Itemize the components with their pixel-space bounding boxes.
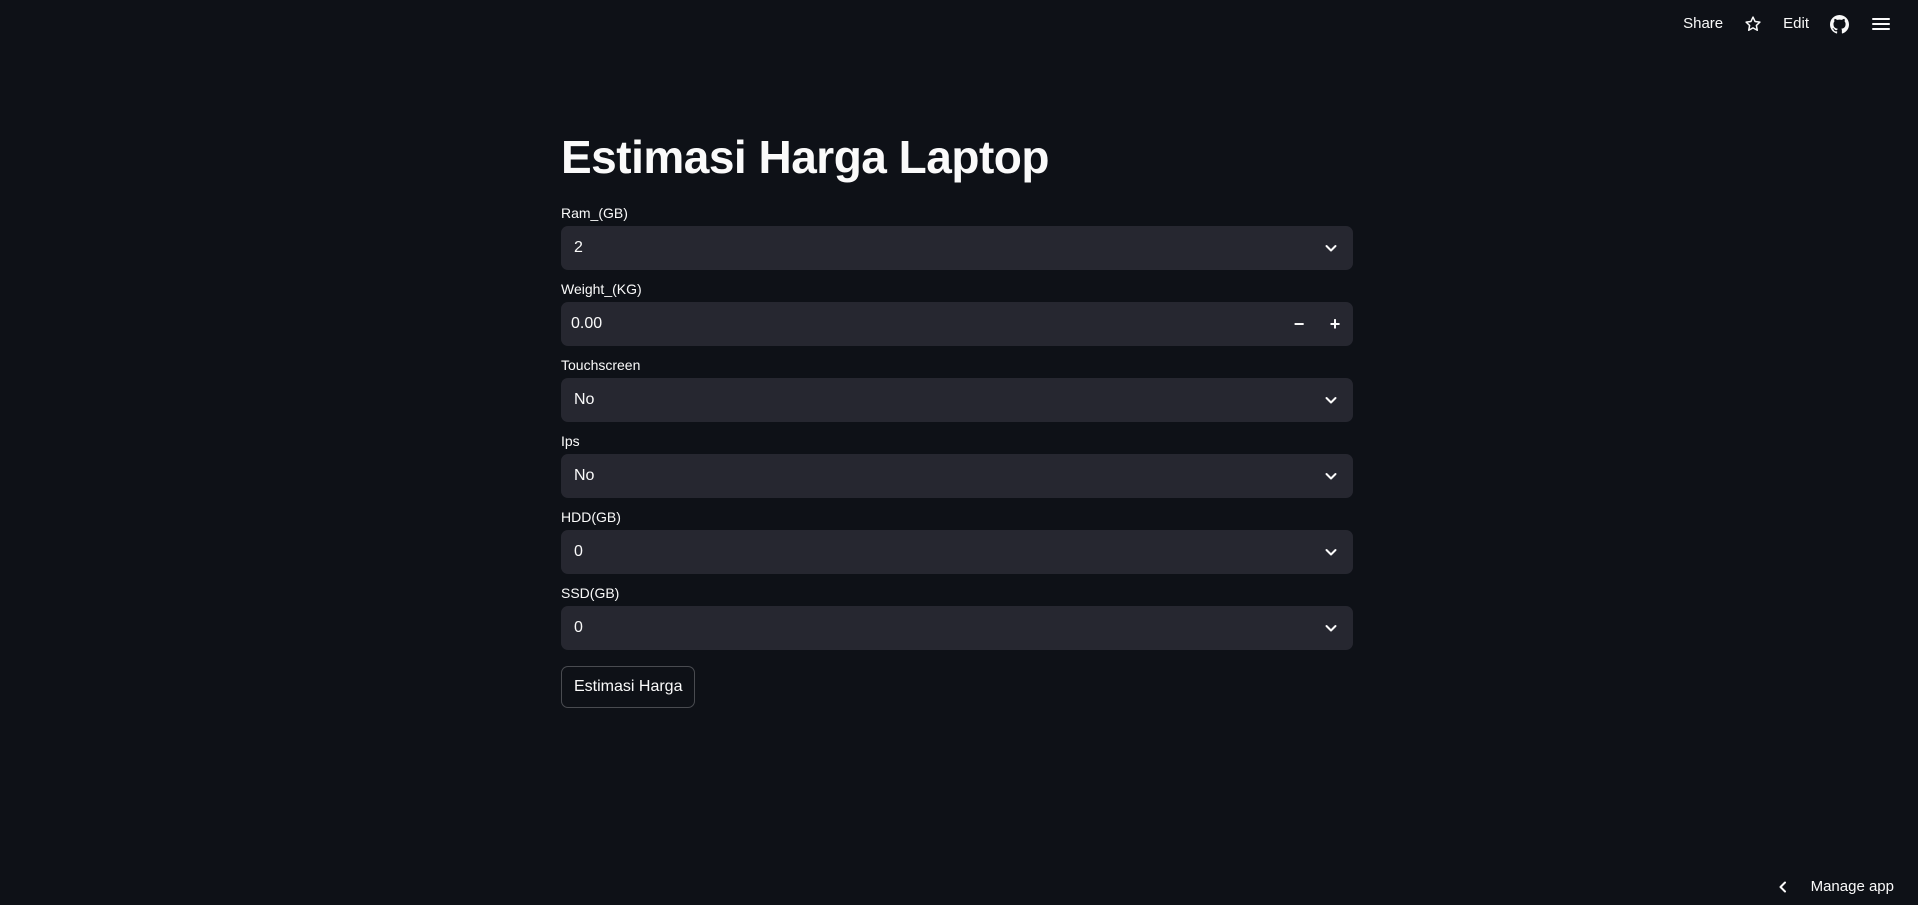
ram-select-value: 2 (574, 239, 583, 256)
hdd-select[interactable]: 0 (561, 530, 1353, 574)
edit-button[interactable]: Edit (1774, 12, 1818, 36)
hdd-label: HDD(GB) (561, 509, 621, 525)
touchscreen-select-value: No (574, 391, 595, 408)
toolbar-actions: Share Edit (1674, 12, 1902, 36)
touchscreen-label: Touchscreen (561, 357, 641, 373)
chevron-down-icon (1325, 549, 1337, 556)
touchscreen-field: Touchscreen No (561, 346, 1353, 422)
ips-label: Ips (561, 433, 580, 449)
weight-input[interactable]: 0.00 (561, 302, 1281, 346)
weight-field: Weight_(KG) 0.00 − + (561, 270, 1353, 346)
chevron-down-icon (1325, 625, 1337, 632)
manage-app-label: Manage app (1810, 878, 1894, 895)
ram-field: Ram_(GB) 2 (561, 194, 1353, 270)
ssd-label: SSD(GB) (561, 585, 620, 601)
star-icon[interactable] (1740, 12, 1766, 36)
estimate-price-button[interactable]: Estimasi Harga (561, 666, 696, 708)
hdd-select-value: 0 (574, 543, 583, 560)
ssd-field: SSD(GB) 0 (561, 574, 1353, 650)
weight-label: Weight_(KG) (561, 281, 642, 297)
chevron-left-icon (1779, 881, 1786, 892)
hdd-field: HDD(GB) 0 (561, 498, 1353, 574)
chevron-down-icon (1325, 245, 1337, 252)
main-content: Estimasi Harga Laptop Ram_(GB) 2 Weight_… (561, 120, 1353, 708)
share-button[interactable]: Share (1674, 12, 1732, 36)
ips-select-value: No (574, 467, 595, 484)
hamburger-menu-icon[interactable] (1868, 12, 1894, 36)
increment-button[interactable]: + (1317, 302, 1353, 346)
ram-select[interactable]: 2 (561, 226, 1353, 270)
chevron-down-icon (1325, 397, 1337, 404)
decrement-button[interactable]: − (1281, 302, 1317, 346)
page-title: Estimasi Harga Laptop (561, 131, 1049, 183)
chevron-down-icon (1325, 473, 1337, 480)
ssd-select-value: 0 (574, 619, 583, 636)
touchscreen-select[interactable]: No (561, 378, 1353, 422)
ssd-select[interactable]: 0 (561, 606, 1353, 650)
github-icon[interactable] (1826, 12, 1852, 36)
ips-select[interactable]: No (561, 454, 1353, 498)
weight-number-input: 0.00 − + (561, 302, 1353, 346)
ram-label: Ram_(GB) (561, 205, 628, 221)
ips-field: Ips No (561, 422, 1353, 498)
manage-app-button[interactable]: Manage app (1775, 878, 1894, 895)
top-bar: Share Edit (0, 0, 1918, 48)
